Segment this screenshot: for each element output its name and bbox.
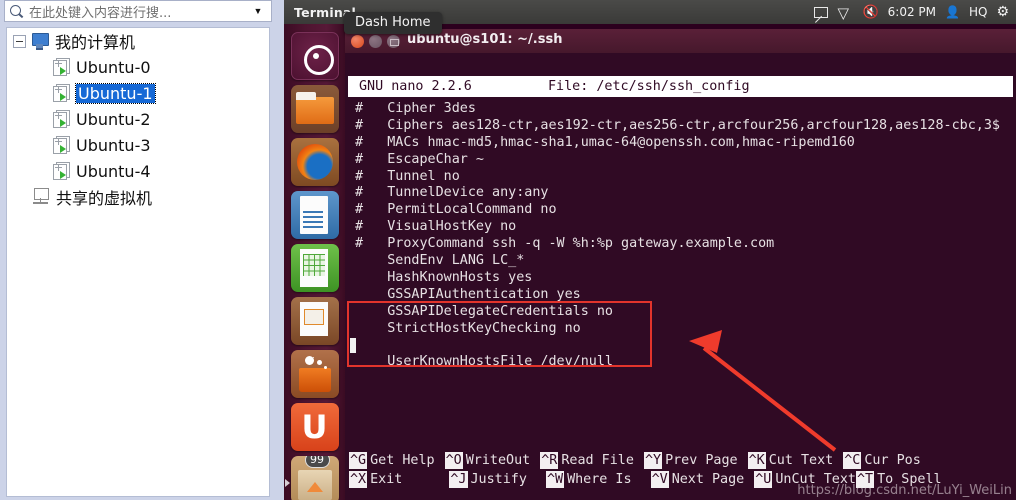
launcher-item-firefox[interactable] [290,138,339,186]
launcher-scroll-arrow-icon [285,479,290,487]
nano-editor[interactable]: GNU nano 2.2.6 File: /etc/ssh/ssh_config… [345,53,1016,500]
virtual-machine-icon [51,58,71,76]
nano-line: # VisualHostKey no [355,219,517,235]
nano-line: # Ciphers aes128-ctr,aes192-ctr,aes256-c… [355,117,1000,133]
tree-item-label: 我的计算机 [55,33,136,52]
shortcut-key[interactable]: ^K [747,452,766,469]
shortcut-label: Get Help [370,453,435,468]
launcher-item-ubuntu-one[interactable] [290,403,339,451]
nano-text-area[interactable]: # Cipher 3des # Ciphers aes128-ctr,aes19… [345,101,1016,451]
shortcut-label: Exit [370,472,403,487]
shortcut-key[interactable]: ^G [349,452,368,469]
nano-shortcut-row-1: ^G Get Help ^O WriteOut ^R Read File ^Y … [345,451,1016,470]
shortcut-label: Where Is [567,472,632,487]
close-button[interactable] [351,35,364,48]
shortcut-label: Cur Pos [864,453,921,468]
shortcut-key[interactable]: ^U [754,471,773,488]
user-icon[interactable]: 👤 [945,5,960,19]
launcher-item-libreoffice-calc[interactable] [290,244,339,292]
terminal-window-title: ubuntu@s101: ~/.ssh [407,32,563,47]
screenshot-root: 在此处键入内容进行搜... ▼ 我的计算机 Ubuntu-0 Ubuntu-1 … [0,0,1016,500]
nano-line: SendEnv LANG LC_* [355,253,525,269]
tree-item-label: Ubuntu-0 [76,57,151,77]
mail-icon[interactable] [814,6,829,18]
shortcut-key[interactable]: ^C [843,452,862,469]
nano-header-bar: GNU nano 2.2.6 File: /etc/ssh/ssh_config [348,76,1013,97]
shortcut-label: WriteOut [465,453,531,468]
launcher-item-libreoffice-writer[interactable] [290,191,339,239]
vm-library-tree: 我的计算机 Ubuntu-0 Ubuntu-1 Ubuntu-2 Ubuntu-… [6,27,270,497]
nano-line: # PermitLocalCommand no [355,202,557,218]
tree-item-ubuntu-0[interactable]: Ubuntu-0 [7,54,269,80]
unity-launcher: 99 [284,24,345,500]
launcher-item-software-center[interactable] [290,350,339,398]
wifi-icon[interactable] [837,6,853,21]
shortcut-key[interactable]: ^O [444,452,463,469]
virtual-machine-icon [51,162,71,180]
nano-line: # EscapeChar ~ [355,151,484,167]
shortcut-label: Justify [470,472,527,487]
nano-line: # TunnelDevice any:any [355,185,549,201]
shortcut-key[interactable]: ^X [349,471,368,488]
chevron-down-icon[interactable]: ▼ [249,6,267,16]
shortcut-key[interactable]: ^W [545,471,565,488]
terminal-titlebar[interactable]: ubuntu@s101: ~/.ssh [345,29,1016,53]
tree-item-label: Ubuntu-2 [76,109,151,129]
shortcut-key[interactable]: ^J [449,471,468,488]
tree-item-ubuntu-4[interactable]: Ubuntu-4 [7,158,269,184]
shortcut-label: Next Page [671,472,745,487]
virtual-machine-icon [51,84,71,102]
search-box[interactable]: 在此处键入内容进行搜... ▼ [4,0,272,22]
minimize-button[interactable] [369,35,382,48]
shortcut-key[interactable]: ^R [540,452,559,469]
shortcut-key[interactable]: ^Y [643,452,663,469]
launcher-item-dash-home[interactable] [290,32,339,80]
shortcut-label: Read File [561,453,634,468]
nano-line: # Tunnel no [355,168,460,184]
system-tray: 🔇 6:02 PM 👤 HQ ⚙ [814,4,1016,21]
shortcut-label: Cut Text [768,453,834,468]
nano-line: # MACs hmac-md5,hmac-sha1,umac-64@openss… [355,134,855,150]
shortcut-label: Prev Page [665,453,738,468]
dash-home-tooltip: Dash Home [344,12,442,34]
launcher-item-files[interactable] [290,85,339,133]
tree-item-label: Ubuntu-3 [76,135,151,155]
nano-line: HashKnownHosts yes [355,269,533,285]
maximize-button[interactable] [387,35,400,48]
launcher-item-libreoffice-impress[interactable] [290,297,339,345]
tree-item-ubuntu-2[interactable]: Ubuntu-2 [7,106,269,132]
tree-item-label-selected: Ubuntu-1 [75,82,156,104]
tree-item-ubuntu-3[interactable]: Ubuntu-3 [7,132,269,158]
search-input[interactable]: 在此处键入内容进行搜... [24,2,249,21]
virtual-machine-icon [51,110,71,128]
tree-item-shared-vms[interactable]: 共享的虚拟机 [7,184,269,210]
gear-icon[interactable]: ⚙ [996,4,1009,20]
search-icon [9,4,24,19]
ubuntu-desktop: Terminal 🔇 6:02 PM 👤 HQ ⚙ 99 [284,0,1016,500]
tree-item-label: 共享的虚拟机 [56,189,153,208]
nano-line: # ProxyCommand ssh -q -W %h:%p gateway.e… [355,236,775,252]
launcher-item-trash[interactable]: 99 [290,456,339,500]
tree-item-label: Ubuntu-4 [76,161,151,181]
terminal-window: ubuntu@s101: ~/.ssh GNU nano 2.2.6 File:… [345,29,1016,500]
pane-splitter[interactable] [276,0,284,500]
annotation-highlight-box [347,301,652,367]
collapse-minus-icon[interactable] [13,34,26,48]
virtual-machine-icon [51,136,71,154]
nano-file-label: File: /etc/ssh/ssh_config [548,79,750,94]
tree-item-ubuntu-1[interactable]: Ubuntu-1 [7,80,269,106]
computer-icon [30,32,50,50]
tree-item-my-computer[interactable]: 我的计算机 [7,28,269,54]
shared-vm-icon [31,188,51,206]
vmware-library-pane: 在此处键入内容进行搜... ▼ 我的计算机 Ubuntu-0 Ubuntu-1 … [0,0,276,500]
nano-version-label: GNU nano 2.2.6 [359,79,472,94]
watermark-text: https://blog.csdn.net/LuYi_WeiLin [797,483,1012,498]
user-name[interactable]: HQ [969,5,987,19]
trash-badge-count: 99 [304,456,330,468]
nano-line: # Cipher 3des [355,101,476,116]
clock[interactable]: 6:02 PM [888,5,936,19]
shortcut-key[interactable]: ^V [650,471,669,488]
volume-muted-icon[interactable]: 🔇 [862,5,878,20]
